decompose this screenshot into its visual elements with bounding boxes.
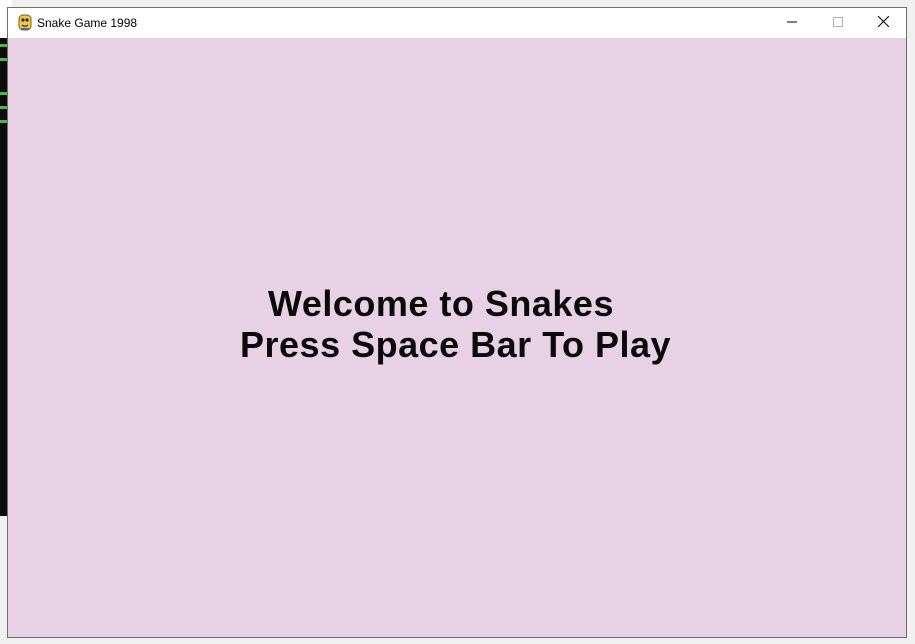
minimize-button[interactable] (769, 8, 814, 38)
maximize-icon (832, 14, 843, 32)
terminal-text-fragment (0, 44, 7, 47)
snake-game-window[interactable]: Snake Game 1998 Welcome to Snakes Press … (7, 7, 907, 638)
terminal-text-fragment (0, 120, 7, 123)
play-prompt-text: Press Space Bar To Play (240, 324, 672, 365)
game-canvas[interactable]: Welcome to Snakes Press Space Bar To Pla… (8, 38, 906, 637)
title-bar[interactable]: Snake Game 1998 (8, 8, 906, 38)
terminal-text-fragment (0, 106, 7, 109)
close-button[interactable] (861, 8, 906, 38)
window-title: Snake Game 1998 (37, 16, 138, 30)
terminal-text-fragment (0, 92, 7, 95)
desktop: Snake Game 1998 Welcome to Snakes Press … (0, 0, 915, 644)
minimize-icon (786, 14, 797, 32)
terminal-text-fragment (0, 58, 7, 61)
welcome-text: Welcome to Snakes (268, 283, 614, 324)
python-snake-icon[interactable] (17, 14, 33, 31)
maximize-button[interactable] (815, 8, 860, 38)
close-icon (877, 14, 890, 32)
